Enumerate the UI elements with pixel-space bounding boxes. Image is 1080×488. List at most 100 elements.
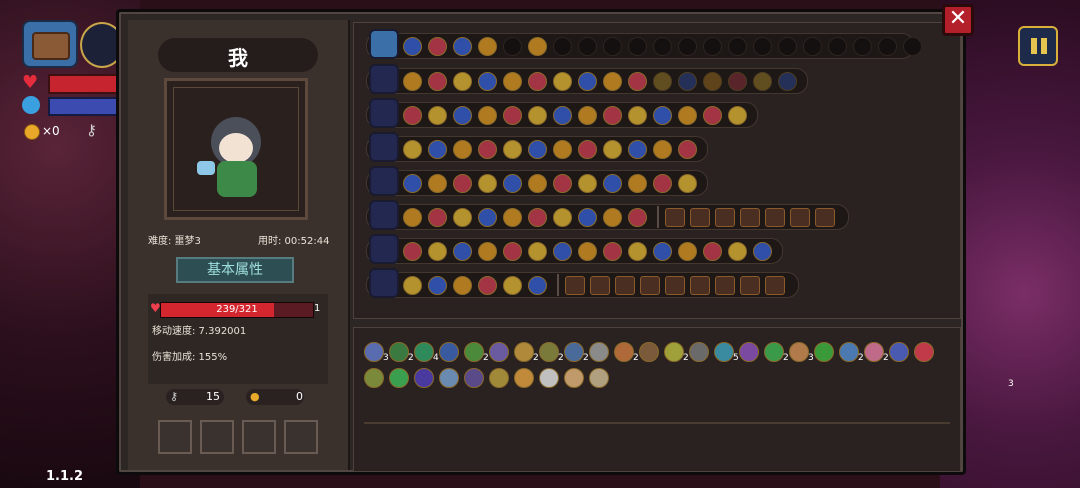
- rune-slot[interactable]: [578, 208, 597, 227]
- passive-slot[interactable]: [428, 37, 447, 56]
- rune-slot[interactable]: [553, 242, 572, 261]
- inventory-item[interactable]: [789, 342, 809, 362]
- passive-slot[interactable]: [528, 37, 547, 56]
- inventory-item[interactable]: [414, 368, 434, 388]
- upgrade-slot[interactable]: [815, 208, 835, 227]
- rune-slot[interactable]: [628, 174, 647, 193]
- rune-slot[interactable]: [503, 174, 522, 193]
- rune-slot[interactable]: [528, 140, 547, 159]
- inventory-item[interactable]: [364, 368, 384, 388]
- rune-slot[interactable]: [578, 106, 597, 125]
- rune-slot[interactable]: [678, 106, 697, 125]
- upgrade-slot[interactable]: [715, 276, 735, 295]
- rune-slot[interactable]: [403, 208, 422, 227]
- passive-slot[interactable]: [603, 37, 622, 56]
- inventory-item[interactable]: [364, 342, 384, 362]
- equip-slot-1[interactable]: [158, 420, 192, 454]
- rune-slot[interactable]: [578, 140, 597, 159]
- rune-slot[interactable]: [528, 72, 547, 91]
- upgrade-slot[interactable]: [765, 276, 785, 295]
- passive-slot[interactable]: [753, 37, 772, 56]
- rune-slot[interactable]: [553, 208, 572, 227]
- staff-1-icon[interactable]: [369, 64, 399, 94]
- passive-slot[interactable]: [728, 37, 747, 56]
- rune-slot[interactable]: [753, 72, 772, 91]
- inventory-item[interactable]: [464, 368, 484, 388]
- rune-slot[interactable]: [728, 72, 747, 91]
- rune-slot[interactable]: [528, 174, 547, 193]
- rune-slot[interactable]: [603, 242, 622, 261]
- rune-slot[interactable]: [478, 140, 497, 159]
- rune-slot[interactable]: [553, 140, 572, 159]
- close-button[interactable]: ✕: [942, 4, 974, 36]
- upgrade-slot[interactable]: [565, 276, 585, 295]
- inventory-item[interactable]: [764, 342, 784, 362]
- orb-icon[interactable]: [369, 234, 399, 264]
- rune-slot[interactable]: [428, 276, 447, 295]
- rune-slot[interactable]: [503, 140, 522, 159]
- passive-slot[interactable]: [828, 37, 847, 56]
- passive-slot[interactable]: [853, 37, 872, 56]
- passive-slot[interactable]: [878, 37, 897, 56]
- rune-slot[interactable]: [553, 72, 572, 91]
- equip-slot-3[interactable]: [242, 420, 276, 454]
- rune-slot[interactable]: [753, 242, 772, 261]
- rune-slot[interactable]: [428, 208, 447, 227]
- inventory-item[interactable]: [514, 368, 534, 388]
- rune-slot[interactable]: [528, 276, 547, 295]
- rune-slot[interactable]: [403, 106, 422, 125]
- rune-slot[interactable]: [603, 140, 622, 159]
- inventory-item[interactable]: [514, 342, 534, 362]
- inventory-item[interactable]: [714, 342, 734, 362]
- rune-slot[interactable]: [703, 106, 722, 125]
- inventory-item[interactable]: [739, 342, 759, 362]
- rune-slot[interactable]: [628, 140, 647, 159]
- rune-slot[interactable]: [428, 106, 447, 125]
- rune-slot[interactable]: [453, 174, 472, 193]
- rune-slot[interactable]: [428, 174, 447, 193]
- rune-slot[interactable]: [503, 276, 522, 295]
- upgrade-slot[interactable]: [690, 208, 710, 227]
- inventory-item[interactable]: [564, 342, 584, 362]
- passive-slot[interactable]: [503, 37, 522, 56]
- rune-slot[interactable]: [653, 174, 672, 193]
- sword-3-icon[interactable]: [369, 166, 399, 196]
- upgrade-slot[interactable]: [690, 276, 710, 295]
- rune-slot[interactable]: [503, 72, 522, 91]
- passive-slot[interactable]: [703, 37, 722, 56]
- inventory-item[interactable]: [589, 342, 609, 362]
- passive-slot[interactable]: [778, 37, 797, 56]
- rune-slot[interactable]: [678, 140, 697, 159]
- inventory-item[interactable]: [589, 368, 609, 388]
- inventory-item[interactable]: [389, 342, 409, 362]
- spear-icon[interactable]: [369, 200, 399, 230]
- treasure-chest-icon[interactable]: [22, 20, 78, 68]
- rune-slot[interactable]: [528, 208, 547, 227]
- rune-slot[interactable]: [528, 242, 547, 261]
- rune-slot[interactable]: [703, 72, 722, 91]
- rune-slot[interactable]: [728, 242, 747, 261]
- rune-slot[interactable]: [453, 242, 472, 261]
- inventory-item[interactable]: [614, 342, 634, 362]
- rune-slot[interactable]: [653, 106, 672, 125]
- rune-slot[interactable]: [403, 242, 422, 261]
- rune-slot[interactable]: [503, 208, 522, 227]
- inventory-item[interactable]: [489, 368, 509, 388]
- passive-slot[interactable]: [653, 37, 672, 56]
- inventory-item[interactable]: [664, 342, 684, 362]
- rune-slot[interactable]: [578, 174, 597, 193]
- rune-slot[interactable]: [678, 242, 697, 261]
- rune-slot[interactable]: [453, 72, 472, 91]
- rune-slot[interactable]: [503, 242, 522, 261]
- rune-slot[interactable]: [478, 72, 497, 91]
- rune-slot[interactable]: [478, 242, 497, 261]
- rune-slot[interactable]: [578, 242, 597, 261]
- rune-slot[interactable]: [478, 174, 497, 193]
- rune-slot[interactable]: [578, 72, 597, 91]
- passive-slot[interactable]: [628, 37, 647, 56]
- rune-slot[interactable]: [678, 174, 697, 193]
- inventory-item[interactable]: [839, 342, 859, 362]
- rune-slot[interactable]: [628, 208, 647, 227]
- inventory-item[interactable]: [489, 342, 509, 362]
- rune-slot[interactable]: [478, 208, 497, 227]
